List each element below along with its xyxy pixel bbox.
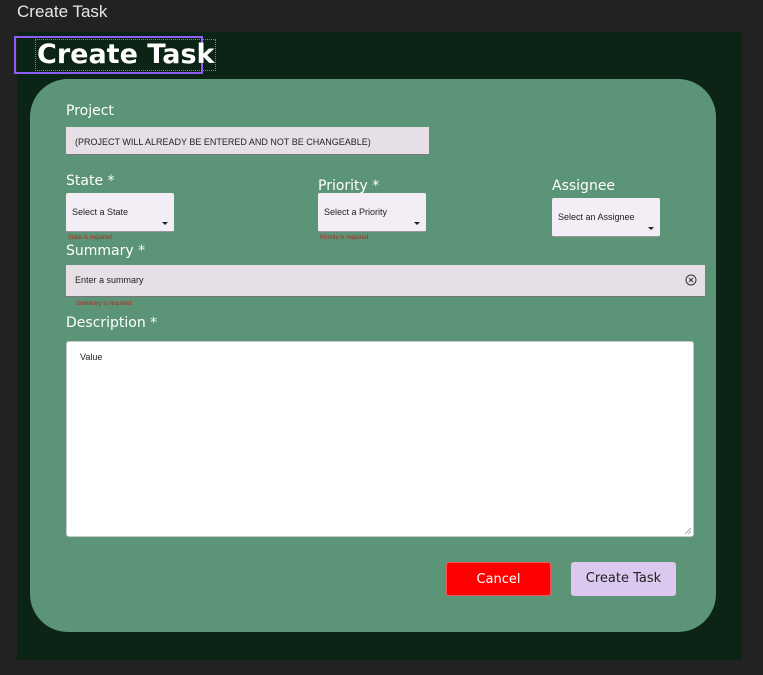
chevron-down-icon	[162, 222, 168, 225]
summary-error: Summary is required	[76, 301, 132, 307]
page-title: Create Task	[34, 39, 217, 71]
project-label: Project	[66, 103, 114, 119]
chevron-down-icon	[648, 227, 654, 230]
state-select-text: Select a State	[72, 207, 129, 217]
cancel-button[interactable]: Cancel	[446, 562, 551, 596]
assignee-select-text: Select an Assignee	[558, 212, 635, 222]
priority-select-text: Select a Priority	[324, 207, 388, 217]
summary-label: Summary *	[66, 243, 146, 259]
state-error: State is required	[68, 235, 112, 241]
summary-placeholder: Enter a summary	[75, 275, 144, 285]
resize-handle-icon[interactable]	[685, 528, 691, 534]
priority-label: Priority *	[318, 178, 380, 194]
description-value: Value	[80, 352, 103, 362]
clear-icon[interactable]	[685, 274, 697, 286]
priority-error: Priority is required	[320, 235, 369, 241]
create-task-button[interactable]: Create Task	[571, 562, 676, 596]
chevron-down-icon	[414, 222, 420, 225]
assignee-label: Assignee	[552, 178, 616, 194]
state-select[interactable]: Select a State	[66, 193, 174, 232]
assignee-select[interactable]: Select an Assignee	[552, 198, 660, 237]
state-label: State *	[66, 173, 115, 189]
priority-select[interactable]: Select a Priority	[318, 193, 426, 232]
description-textarea[interactable]: Value	[66, 341, 694, 537]
project-field: (PROJECT WILL ALREADY BE ENTERED AND NOT…	[66, 127, 429, 155]
summary-input[interactable]: Enter a summary	[66, 265, 705, 297]
frame-label: Create Task	[17, 2, 108, 21]
description-label: Description *	[66, 315, 158, 331]
